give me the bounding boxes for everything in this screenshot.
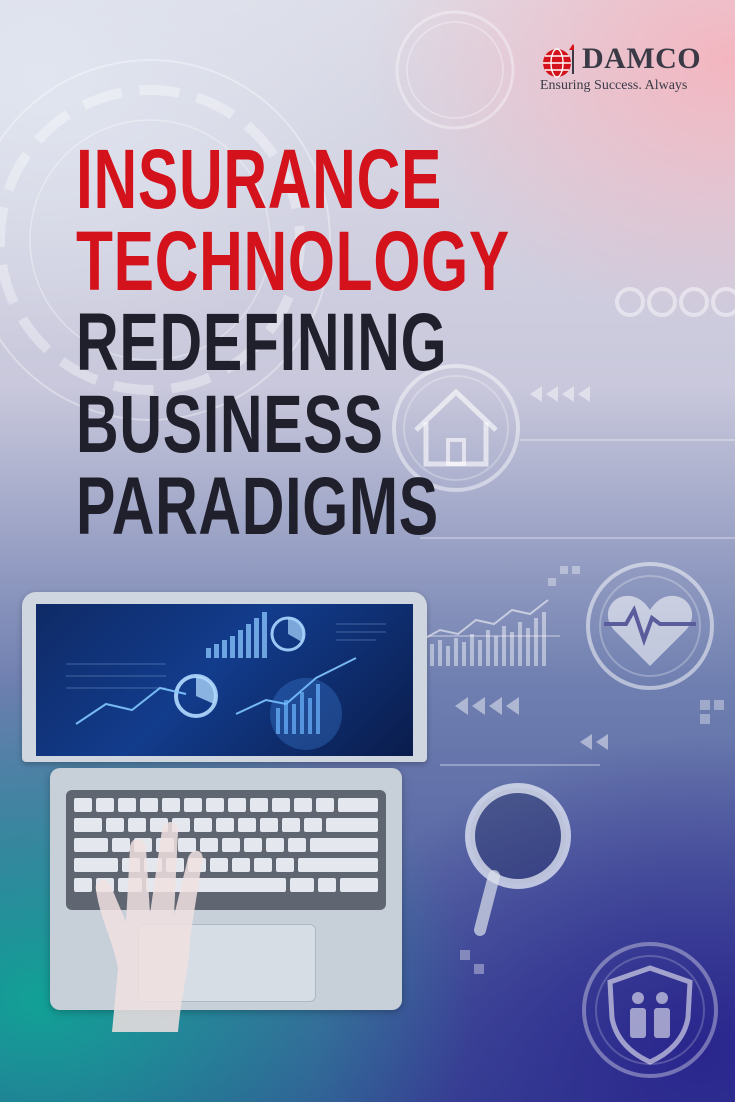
brand-tagline: Ensuring Success. Always — [540, 78, 688, 93]
brand-name: DAMCO — [582, 42, 702, 75]
laptop-screen — [36, 604, 413, 756]
heart-pulse-icon — [586, 562, 714, 690]
dashboard-graphic — [66, 612, 386, 750]
laptop-icon — [22, 592, 427, 1032]
magnifier-icon — [465, 783, 571, 936]
brand-logo[interactable]: DAMCO Ensuring Success. Always — [540, 34, 710, 96]
family-shield-icon — [582, 942, 718, 1078]
headline: INSURANCE TECHNOLOGY REDEFINING BUSINESS… — [76, 132, 679, 552]
headline-line-4: BUSINESS — [76, 379, 384, 470]
headline-line-1: INSURANCE — [76, 132, 443, 226]
headline-line-3: REDEFINING — [76, 297, 448, 388]
poster: DAMCO Ensuring Success. Always INSURANCE… — [0, 0, 735, 1102]
hand-graphic — [95, 821, 203, 1032]
headline-line-5: PARADIGMS — [76, 461, 439, 552]
laptop-screen-frame — [22, 592, 427, 762]
headline-line-2: TECHNOLOGY — [76, 214, 510, 308]
globe-arrow-icon — [543, 44, 574, 78]
